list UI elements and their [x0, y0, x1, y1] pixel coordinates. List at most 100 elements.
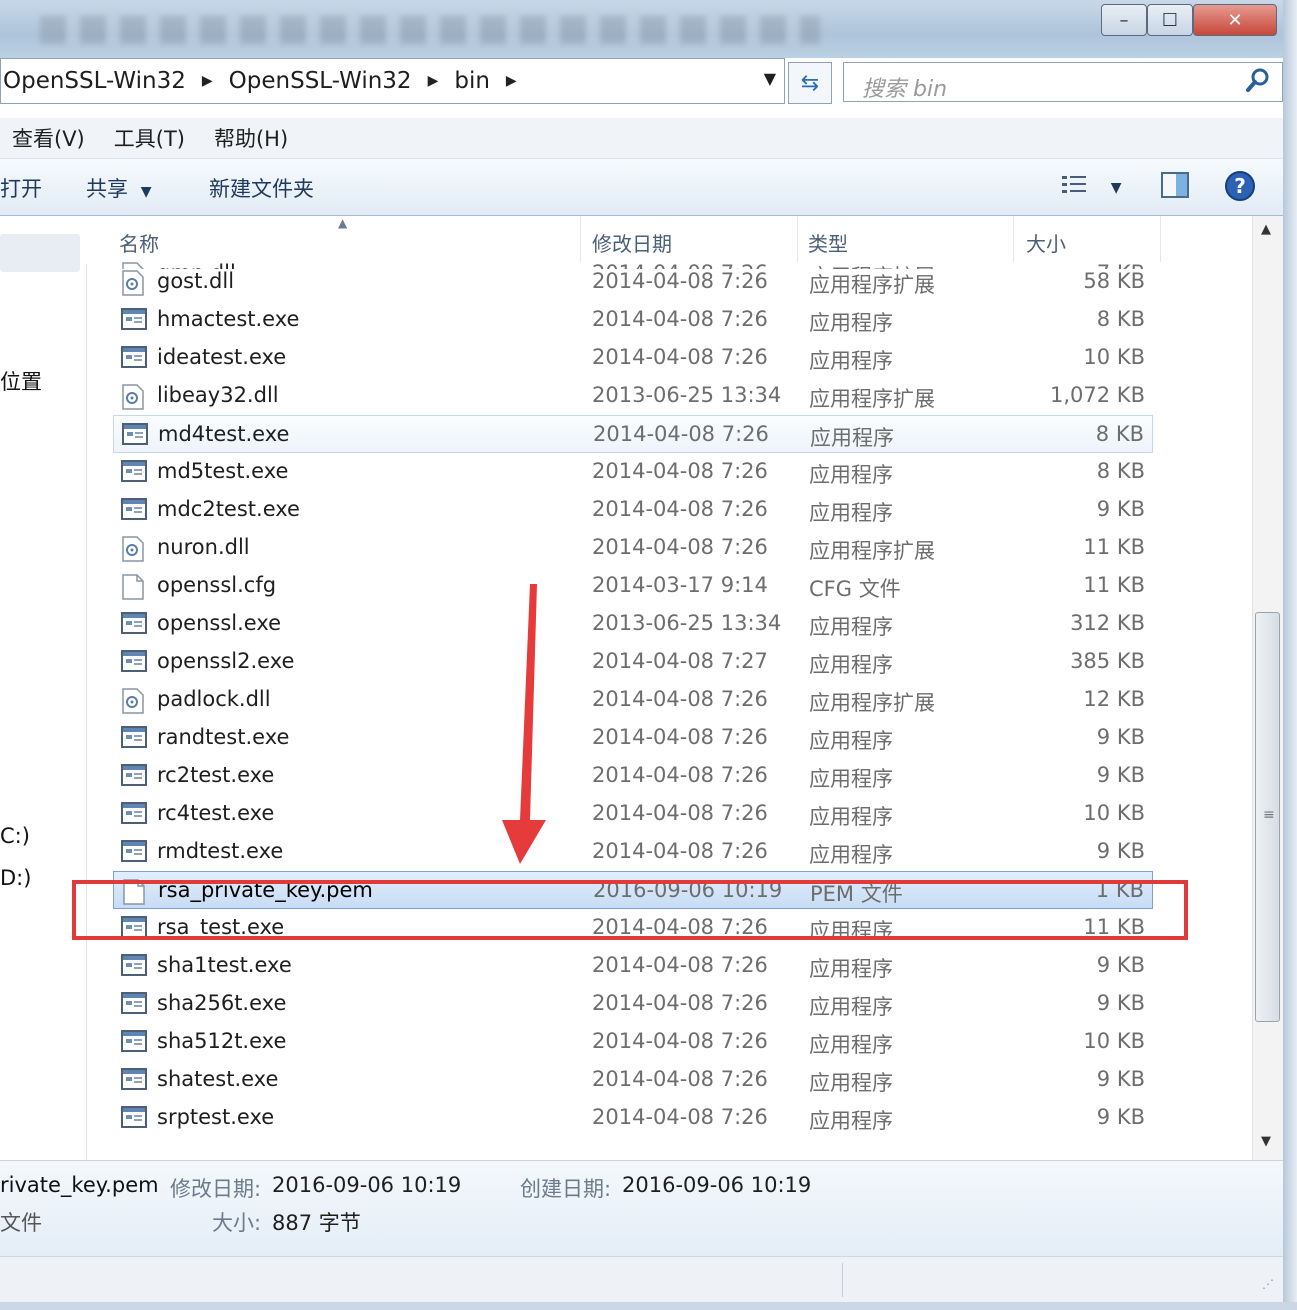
file-row[interactable]: libeay32.dll 2013-06-25 13:34 应用程序扩展 1,072 … — [113, 377, 1153, 415]
file-date: 2014-04-08 7:26 — [593, 422, 769, 446]
share-button[interactable]: 共享 ▼ — [86, 173, 151, 203]
application-icon — [121, 1106, 147, 1128]
breadcrumb-item[interactable]: OpenSSL-Win32 — [227, 68, 414, 94]
annotation-arrow — [502, 584, 546, 864]
file-row[interactable]: md4test.exe 2014-04-08 7:26 应用程序 8 KB — [113, 415, 1153, 453]
file-row[interactable]: nuron.dll 2014-04-08 7:26 应用程序扩展 11 KB — [113, 529, 1153, 567]
file-date: 2014-04-08 7:26 — [592, 459, 768, 483]
file-type: 应用程序 — [809, 615, 893, 639]
column-header-name[interactable]: 名称 — [119, 228, 159, 257]
nav-item-drive-c[interactable]: C:) — [0, 824, 30, 848]
file-row[interactable]: shatest.exe 2014-04-08 7:26 应用程序 9 KB — [113, 1061, 1153, 1099]
dll-file-icon — [121, 384, 145, 410]
file-name: gost.dll — [157, 269, 235, 293]
menu-tools[interactable]: 工具(T) — [114, 123, 185, 153]
file-row[interactable]: hmactest.exe 2014-04-08 7:26 应用程序 8 KB — [113, 301, 1153, 339]
scroll-down-icon[interactable]: ▼ — [1261, 1134, 1271, 1149]
application-icon — [121, 612, 147, 634]
chevron-right-icon[interactable]: ▶ — [506, 73, 517, 89]
resize-grip-icon[interactable]: ⋰ — [1262, 1277, 1274, 1291]
breadcrumb-item[interactable]: OpenSSL-Win32 — [1, 68, 188, 94]
grip-icon: ≡ — [1263, 807, 1275, 823]
file-name: openssl.cfg — [157, 573, 277, 597]
file-row[interactable]: rc2test.exe 2014-04-08 7:26 应用程序 9 KB — [113, 757, 1153, 795]
address-dropdown-icon[interactable]: ▼ — [764, 69, 776, 88]
scrollbar-thumb[interactable]: ≡ — [1255, 612, 1280, 1022]
chevron-right-icon[interactable]: ▶ — [428, 73, 439, 89]
details-created-value: 2016-09-06 10:19 — [622, 1173, 812, 1197]
search-input[interactable]: 搜索 bin — [843, 62, 1283, 102]
file-name: mdc2test.exe — [157, 497, 300, 521]
refresh-icon: ⇆ — [800, 70, 820, 96]
details-file-name: rivate_key.pem — [0, 1173, 159, 1197]
nav-item-locations[interactable]: 位置 — [0, 366, 42, 396]
details-file-type: 文件 — [0, 1211, 42, 1235]
file-row[interactable]: md5test.exe 2014-04-08 7:26 应用程序 8 KB — [113, 453, 1153, 491]
file-row[interactable]: sha256t.exe 2014-04-08 7:26 应用程序 9 KB — [113, 985, 1153, 1023]
file-date: 2014-04-08 7:26 — [592, 345, 768, 369]
column-header-type[interactable]: 类型 — [808, 228, 848, 257]
address-bar[interactable]: OpenSSL-Win32 ▶ OpenSSL-Win32 ▶ bin ▶ ▼ — [0, 58, 785, 104]
new-folder-button[interactable]: 新建文件夹 — [209, 173, 314, 203]
nav-group-header[interactable] — [0, 234, 80, 272]
file-date: 2014-04-08 7:26 — [592, 269, 768, 293]
file-type: 应用程序 — [809, 653, 893, 677]
close-button[interactable]: ✕ — [1193, 4, 1277, 36]
open-button[interactable]: 打开 — [0, 173, 42, 203]
file-type: 应用程序 — [809, 1109, 893, 1133]
application-icon — [121, 498, 147, 520]
chevron-right-icon[interactable]: ▶ — [202, 73, 213, 89]
file-row[interactable]: ideatest.exe 2014-04-08 7:26 应用程序 10 KB — [113, 339, 1153, 377]
status-divider — [842, 1263, 843, 1297]
file-row[interactable]: sha1test.exe 2014-04-08 7:26 应用程序 9 KB — [113, 947, 1153, 985]
column-header-date[interactable]: 修改日期 — [592, 228, 672, 257]
file-row[interactable]: rmdtest.exe 2014-04-08 7:26 应用程序 9 KB — [113, 833, 1153, 871]
file-name: md4test.exe — [158, 422, 290, 446]
application-icon — [121, 726, 147, 748]
minimize-button[interactable]: – — [1101, 4, 1147, 36]
file-name: md5test.exe — [157, 459, 289, 483]
menu-help[interactable]: 帮助(H) — [214, 123, 288, 153]
dll-file-icon — [121, 536, 145, 562]
details-size-value: 887 字节 — [272, 1211, 361, 1235]
annotation-highlight-box — [72, 880, 1188, 940]
menu-view[interactable]: 查看(V) — [12, 123, 85, 153]
file-name: sha1test.exe — [157, 953, 292, 977]
help-button[interactable]: ? — [1224, 170, 1256, 207]
file-row[interactable]: padlock.dll 2014-04-08 7:26 应用程序扩展 12 KB — [113, 681, 1153, 719]
details-modified-value: 2016-09-06 10:19 — [272, 1173, 462, 1197]
preview-pane-button[interactable] — [1160, 171, 1190, 204]
column-header-size[interactable]: 大小 — [1026, 228, 1066, 257]
file-date: 2014-04-08 7:26 — [592, 497, 768, 521]
chevron-down-icon: ▼ — [1110, 180, 1122, 196]
file-row[interactable]: randtest.exe 2014-04-08 7:26 应用程序 9 KB — [113, 719, 1153, 757]
sort-ascending-icon: ▲ — [338, 216, 348, 230]
file-type: 应用程序 — [809, 843, 893, 867]
file-row[interactable]: openssl.cfg 2014-03-17 9:14 CFG 文件 11 KB — [113, 567, 1153, 605]
file-row[interactable]: sha512t.exe 2014-04-08 7:26 应用程序 10 KB — [113, 1023, 1153, 1061]
column-divider[interactable] — [1160, 216, 1161, 262]
title-bar: – ☐ ✕ — [0, 0, 1297, 58]
nav-item-drive-d[interactable]: D:) — [0, 866, 31, 890]
file-row[interactable]: srptest.exe 2014-04-08 7:26 应用程序 9 KB — [113, 1099, 1153, 1137]
application-icon — [121, 308, 147, 330]
file-type: 应用程序扩展 — [809, 539, 935, 563]
file-type: 应用程序 — [809, 1033, 893, 1057]
breadcrumb-item[interactable]: bin — [452, 68, 492, 94]
dll-file-icon — [121, 270, 145, 296]
file-row[interactable]: openssl.exe 2013-06-25 13:34 应用程序 312 KB — [113, 605, 1153, 643]
refresh-button[interactable]: ⇆ — [788, 62, 832, 104]
file-row[interactable]: openssl2.exe 2014-04-08 7:27 应用程序 385 KB — [113, 643, 1153, 681]
view-options-button[interactable]: ▼ — [1060, 172, 1121, 203]
document-icon — [121, 574, 145, 600]
file-row[interactable]: mdc2test.exe 2014-04-08 7:26 应用程序 9 KB — [113, 491, 1153, 529]
file-date: 2013-06-25 13:34 — [592, 383, 782, 407]
file-row[interactable]: rc4test.exe 2014-04-08 7:26 应用程序 10 KB — [113, 795, 1153, 833]
file-row[interactable]: gost.dll 2014-04-08 7:26 应用程序扩展 58 KB — [113, 263, 1153, 301]
search-icon[interactable] — [1244, 66, 1274, 96]
file-size: 9 KB — [1096, 991, 1145, 1015]
maximize-button[interactable]: ☐ — [1147, 4, 1193, 36]
scroll-up-icon[interactable]: ▲ — [1261, 222, 1271, 237]
file-type: 应用程序 — [810, 426, 894, 450]
file-date: 2014-04-08 7:26 — [592, 307, 768, 331]
